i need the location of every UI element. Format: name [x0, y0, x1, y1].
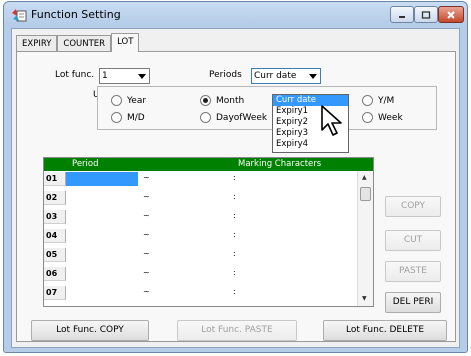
paste-button[interactable]: PASTE	[385, 261, 441, 282]
close-icon	[447, 10, 455, 19]
maximize-button[interactable]	[414, 6, 438, 23]
grid-header-marking: Marking Characters	[238, 159, 322, 169]
table-row[interactable]: 05 ~ :	[44, 248, 373, 262]
row-number: 04	[44, 229, 66, 243]
cursor-icon	[321, 105, 342, 136]
radio-md-dot	[111, 112, 122, 123]
radio-year[interactable]: Year	[111, 95, 146, 106]
period-cell[interactable]	[66, 229, 138, 243]
grid-header-period: Period	[72, 159, 99, 169]
period-cell[interactable]	[66, 172, 138, 186]
radio-md[interactable]: M/D	[111, 112, 145, 123]
period-cell[interactable]	[66, 210, 138, 224]
table-row[interactable]: 07 ~ :	[44, 286, 373, 300]
radio-month-label: Month	[216, 95, 245, 106]
copy-button[interactable]: COPY	[385, 196, 441, 217]
periods-select[interactable]: Curr date	[251, 68, 321, 84]
period-cell[interactable]	[66, 286, 138, 300]
lot-func-value: 1	[102, 71, 108, 81]
grid-scrollbar[interactable]: ▲ ▼	[357, 171, 373, 306]
row-tilde: ~	[143, 268, 150, 277]
row-number: 01	[44, 172, 66, 186]
row-colon: :	[233, 249, 236, 258]
dialog-body: EXPIRY COUNTER LOT Lot func. 1 Periods C…	[11, 28, 460, 348]
row-number: 06	[44, 267, 66, 281]
cut-button[interactable]: CUT	[385, 230, 441, 251]
row-tilde: ~	[143, 173, 150, 182]
radio-md-label: M/D	[127, 112, 145, 123]
periods-label: Periods	[209, 70, 242, 80]
row-number: 07	[44, 286, 66, 300]
row-tilde: ~	[143, 192, 150, 201]
lot-tab-panel: Lot func. 1 Periods Curr date Unit Year	[16, 51, 456, 342]
lot-func-delete-button[interactable]: Lot Func. DELETE	[323, 320, 447, 341]
minimize-button[interactable]	[390, 6, 414, 23]
table-row[interactable]: 02 ~ :	[44, 191, 373, 205]
window: Function Setting EXPIRY COUNTER LOT Lot …	[3, 1, 468, 353]
row-number: 05	[44, 248, 66, 262]
title-bar[interactable]: Function Setting	[4, 2, 467, 28]
row-colon: :	[233, 211, 236, 220]
radio-dayofweek-dot	[200, 112, 211, 123]
tab-bar: EXPIRY COUNTER LOT	[16, 33, 140, 52]
radio-ym-label: Y/M	[378, 95, 395, 106]
period-grid: Period Marking Characters 01 ~ : 02 ~ : …	[43, 157, 374, 307]
window-title: Function Setting	[31, 8, 121, 21]
table-row[interactable]: 01 ~ :	[44, 172, 373, 186]
tab-expiry[interactable]: EXPIRY	[16, 35, 58, 52]
radio-dayofweek-label: DayofWeek	[216, 112, 268, 123]
row-colon: :	[233, 230, 236, 239]
chevron-down-icon	[307, 70, 319, 82]
radio-month-dot	[200, 95, 211, 106]
period-cell[interactable]	[66, 191, 138, 205]
periods-option[interactable]: Expiry4	[273, 139, 348, 150]
radio-week-dot	[362, 112, 373, 123]
radio-month[interactable]: Month	[200, 95, 244, 106]
radio-year-dot	[111, 95, 122, 106]
row-colon: :	[233, 192, 236, 201]
periods-value: Curr date	[254, 71, 297, 81]
period-cell[interactable]	[66, 248, 138, 262]
table-row[interactable]: 03 ~ :	[44, 210, 373, 224]
lot-func-paste-button[interactable]: Lot Func. PASTE	[177, 320, 297, 341]
app-icon	[12, 9, 27, 22]
close-button[interactable]	[438, 6, 464, 23]
radio-week-label: Week	[378, 112, 403, 123]
radio-week[interactable]: Week	[362, 112, 403, 123]
unit-group: Year Month Y/M M/D DayofWeek Week	[97, 86, 437, 130]
row-tilde: ~	[143, 287, 150, 296]
scroll-down-icon[interactable]: ▼	[362, 295, 367, 302]
radio-ym[interactable]: Y/M	[362, 95, 394, 106]
lot-func-copy-button[interactable]: Lot Func. COPY	[31, 320, 149, 341]
radio-ym-dot	[362, 95, 373, 106]
table-row[interactable]: 06 ~ :	[44, 267, 373, 281]
radio-year-label: Year	[127, 95, 147, 106]
row-number: 03	[44, 210, 66, 224]
tab-lot[interactable]: LOT	[111, 33, 140, 52]
row-tilde: ~	[143, 249, 150, 258]
tab-counter[interactable]: COUNTER	[57, 35, 112, 52]
del-peri-button[interactable]: DEL PERI	[385, 292, 441, 313]
maximize-icon	[421, 10, 431, 19]
period-cell[interactable]	[66, 267, 138, 281]
lot-func-select[interactable]: 1	[99, 68, 150, 84]
radio-dayofweek[interactable]: DayofWeek	[200, 112, 267, 123]
row-colon: :	[233, 173, 236, 182]
table-row[interactable]: 04 ~ :	[44, 229, 373, 243]
row-tilde: ~	[143, 230, 150, 239]
scroll-thumb[interactable]	[360, 187, 371, 201]
chevron-down-icon	[136, 70, 148, 82]
grid-header: Period Marking Characters	[44, 158, 373, 171]
row-colon: :	[233, 287, 236, 296]
row-number: 02	[44, 191, 66, 205]
row-tilde: ~	[143, 211, 150, 220]
row-colon: :	[233, 268, 236, 277]
scroll-up-icon[interactable]: ▲	[362, 174, 367, 181]
minimize-icon	[399, 15, 405, 18]
lot-func-label: Lot func.	[55, 70, 95, 80]
